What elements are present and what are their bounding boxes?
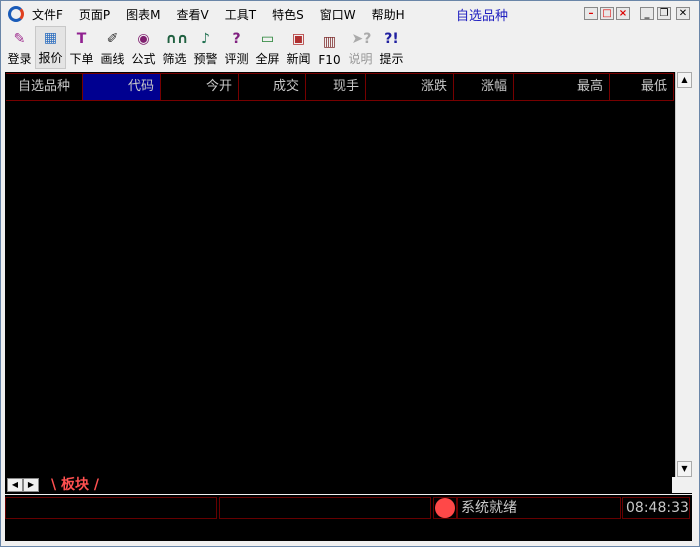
toolbar-label: 新闻 (286, 52, 311, 66)
toolbar-label: 公式 (131, 52, 156, 66)
binoculars-icon: ∩∩ (165, 31, 189, 47)
toolbar-label: 画线 (100, 52, 125, 66)
menu-item-3[interactable]: 查看V (177, 6, 209, 23)
toolbar-books-button[interactable]: ▥ F10 (314, 26, 345, 69)
menu-item-5[interactable]: 特色S (272, 6, 304, 23)
toolbar-label: 下单 (69, 52, 94, 66)
books-icon: ▥ (322, 34, 337, 50)
toolbar-tip-button[interactable]: ?! 提示 (376, 26, 407, 69)
child-minimize-button[interactable]: – (584, 7, 598, 20)
pencil-icon: ✐ (106, 31, 119, 47)
grid-header: 自选品种 代码 今开 成交 现手 涨跌 涨幅 最高 最低 (6, 73, 674, 101)
resize-grip[interactable] (672, 477, 692, 493)
quote-grid: 自选品种 代码 今开 成交 现手 涨跌 涨幅 最高 最低 ▲ ▼ ◀ ▶ \ 板块 / (5, 72, 692, 494)
toolbar-label: 筛选 (162, 52, 187, 66)
toolbar-label: F10 (318, 53, 341, 67)
scroll-down-icon[interactable]: ▼ (677, 461, 692, 477)
toolbar-bell-button[interactable]: ♪ 预警 (190, 26, 221, 69)
news-icon: ▣ (291, 31, 306, 47)
toolbar-label: 全屏 (255, 52, 280, 66)
toolbar-news-button[interactable]: ▣ 新闻 (283, 26, 314, 69)
tab-right-icon[interactable]: ▶ (23, 478, 39, 492)
column-header-6[interactable]: 涨幅 (454, 74, 514, 100)
monitor-icon: ▭ (260, 31, 275, 47)
close-button[interactable]: ✕ (676, 7, 690, 20)
minimize-button[interactable]: _ (640, 7, 654, 20)
tab-left-icon[interactable]: ◀ (7, 478, 23, 492)
formula-icon: ◉ (137, 31, 150, 47)
vertical-scrollbar[interactable]: ▲ ▼ (675, 72, 692, 477)
menu-item-4[interactable]: 工具T (225, 6, 256, 23)
toolbar-pen-button[interactable]: ✎ 登录 (4, 26, 35, 69)
column-header-8[interactable]: 最低 (610, 74, 674, 100)
toolbar-pencil-button[interactable]: ✐ 画线 (97, 26, 128, 69)
menu-item-0[interactable]: 文件F (32, 6, 63, 23)
help-pointer-icon: ➤? (351, 31, 372, 47)
tab-label: 板块 (61, 477, 89, 493)
tip-icon: ?! (384, 31, 399, 47)
toolbar: ✎ 登录 ▦ 报价 T 下单 ✐ 画线 ◉ 公式 ∩∩ 筛选 ♪ 预警? 评测 ▭ 全屏 ▣ 新闻 ▥ F10 ➤? 说明?… (4, 26, 407, 69)
child-maximize-button[interactable]: □ (600, 7, 614, 20)
column-header-3[interactable]: 成交 (239, 74, 306, 100)
status-time: 08:48:33 (622, 497, 690, 519)
menu-item-2[interactable]: 图表M (126, 6, 160, 23)
scroll-up-icon[interactable]: ▲ (677, 72, 692, 88)
pen-icon: ✎ (13, 31, 26, 47)
toolbar-label: 评测 (224, 52, 249, 66)
child-close-button[interactable]: × (616, 7, 630, 20)
toolbar-label: 登录 (7, 52, 32, 66)
column-header-7[interactable]: 最高 (514, 74, 610, 100)
toolbar-binoculars-button[interactable]: ∩∩ 筛选 (159, 26, 190, 69)
toolbar-order-button[interactable]: T 下单 (66, 26, 97, 69)
menu-item-1[interactable]: 页面P (79, 6, 110, 23)
restore-button[interactable]: ❐ (657, 7, 671, 20)
status-text: 系统就绪 (457, 497, 621, 519)
order-icon: T (76, 31, 87, 47)
column-header-0[interactable]: 自选品种 (6, 74, 83, 100)
test-icon: ? (232, 31, 241, 47)
column-header-1[interactable]: 代码 (83, 74, 161, 100)
column-header-2[interactable]: 今开 (161, 74, 239, 100)
menu-item-6[interactable]: 窗口W (320, 6, 356, 23)
app-window: 文件F 页面P 图表M 查看V 工具T 特色S 窗口W 帮助H 自选品种 – □ × _ ❐ … (0, 0, 700, 547)
app-logo-icon (8, 6, 24, 22)
connection-indicator-icon (435, 498, 455, 518)
toolbar-test-button[interactable]: ? 评测 (221, 26, 252, 69)
toolbar-label: 提示 (379, 52, 404, 66)
status-pane-2 (219, 497, 431, 519)
toolbar-help-pointer-button[interactable]: ➤? 说明 (345, 26, 376, 69)
status-bar: 系统就绪 08:48:33 (5, 495, 692, 541)
status-pane-1 (5, 497, 217, 519)
bell-icon: ♪ (201, 31, 210, 47)
column-header-5[interactable]: 涨跌 (366, 74, 454, 100)
toolbar-label: 预警 (193, 52, 218, 66)
column-header-4[interactable]: 现手 (306, 74, 366, 100)
toolbar-monitor-button[interactable]: ▭ 全屏 (252, 26, 283, 69)
toolbar-label: 报价 (38, 51, 63, 65)
toolbar-label: 说明 (348, 52, 373, 66)
mdi-title: 自选品种 (456, 9, 509, 24)
toolbar-formula-button[interactable]: ◉ 公式 (128, 26, 159, 69)
tab-sector[interactable]: \ 板块 / (51, 477, 99, 493)
tab-bar: ◀ ▶ \ 板块 / (5, 477, 692, 493)
quote-icon: ▦ (43, 30, 58, 46)
menu-item-7[interactable]: 帮助H (372, 6, 405, 23)
toolbar-quote-button[interactable]: ▦ 报价 (35, 26, 66, 69)
